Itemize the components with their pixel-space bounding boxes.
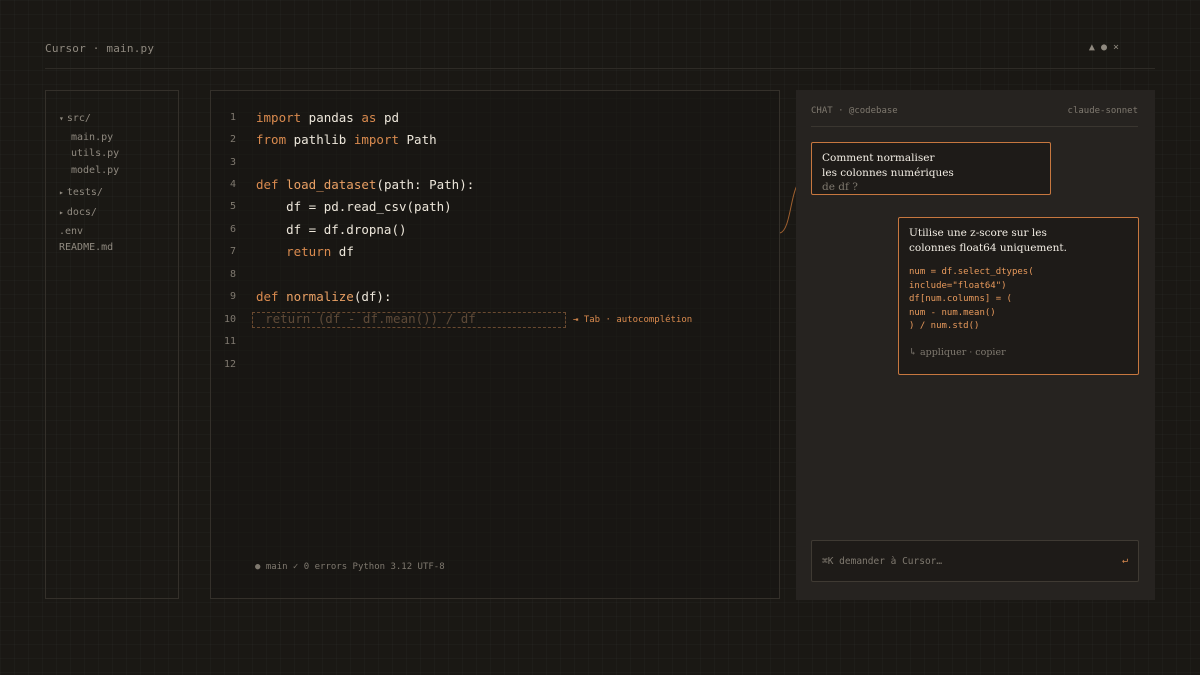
code-line: 11 <box>211 332 779 352</box>
code-line: 7 return df <box>211 242 779 262</box>
line-number: 7 <box>229 246 236 257</box>
message-text: les colonnes numériques <box>822 166 954 179</box>
message-text: de df ? <box>822 181 858 193</box>
folder-label: src/ <box>66 113 91 124</box>
line-number: 12 <box>223 359 236 370</box>
function-name: normalize <box>278 289 354 304</box>
line-number: 2 <box>229 134 236 145</box>
autocomplete-hint: ⇥ Tab · autocomplétion <box>573 315 693 325</box>
code-editor[interactable]: 1 import pandas as pd 2 from pathlib imp… <box>210 90 780 599</box>
code-text: (path: Path): <box>376 177 475 192</box>
line-number: 3 <box>229 157 236 168</box>
keyword: return <box>256 244 332 259</box>
code-line: 6 df = df.dropna() <box>211 220 779 240</box>
file-utils-py[interactable]: utils.py <box>71 148 119 159</box>
dot-icon[interactable]: ● <box>1101 42 1107 53</box>
code-text: (df): <box>353 289 392 304</box>
ghost-text: return (df - df.mean()) / df <box>235 311 476 326</box>
code-line: 4 def load_dataset(path: Path): <box>211 175 779 195</box>
file-explorer: ▾ src/ main.py utils.py model.py ▸ tests/ … <box>45 90 179 599</box>
line-number: 11 <box>223 336 236 347</box>
line-number: 9 <box>229 291 236 302</box>
code-text: df <box>331 244 354 259</box>
window-title: Cursor · main.py <box>45 42 155 55</box>
folder-src[interactable]: ▾ src/ <box>59 113 91 124</box>
folder-tests[interactable]: ▸ tests/ <box>59 187 103 198</box>
keyword: import <box>353 132 399 147</box>
file-env[interactable]: .env <box>59 226 83 237</box>
message-text: Utilise une z-score sur les <box>909 227 1047 239</box>
file-model-py[interactable]: model.py <box>71 165 119 176</box>
keyword: from <box>256 132 287 147</box>
line-number: 5 <box>229 201 236 212</box>
chat-context-label[interactable]: CHAT · @codebase <box>811 106 898 116</box>
file-main-py[interactable]: main.py <box>71 132 113 143</box>
window-controls: ▲ ● × <box>1089 42 1119 53</box>
message-text: colonnes float64 uniquement. <box>909 242 1067 254</box>
assistant-message: Utilise une z-score sur les colonnes flo… <box>898 217 1139 375</box>
send-icon[interactable]: ↵ <box>1122 555 1128 566</box>
line-number: 1 <box>229 112 236 123</box>
code-text: pathlib <box>286 132 354 147</box>
code-line: 9 def normalize(df): <box>211 287 779 307</box>
code-text: df = pd.read_csv(path) <box>256 199 452 214</box>
triangle-icon[interactable]: ▲ <box>1089 42 1095 53</box>
folder-docs[interactable]: ▸ docs/ <box>59 207 97 218</box>
model-selector[interactable]: claude-sonnet <box>1068 106 1138 116</box>
code-line: 8 <box>211 265 779 285</box>
code-text: Path <box>399 132 437 147</box>
chat-input[interactable] <box>822 553 1112 569</box>
close-icon[interactable]: × <box>1113 42 1119 53</box>
line-number: 4 <box>229 179 236 190</box>
line-number: 10 <box>223 314 236 325</box>
code-line: 1 import pandas as pd <box>211 108 779 128</box>
function-name: load_dataset <box>278 177 377 192</box>
chat-panel: CHAT · @codebase claude-sonnet Comment n… <box>796 90 1155 600</box>
folder-label: docs/ <box>66 207 97 218</box>
code-line: 2 from pathlib import Path <box>211 130 779 150</box>
code-text: pandas <box>301 110 362 125</box>
apply-copy-actions[interactable]: ↳ appliquer · copier <box>909 347 1006 358</box>
autocomplete-suggestion[interactable]: return (df - df.mean()) / df <box>252 311 566 328</box>
code-text: pd <box>376 110 400 125</box>
message-text: Comment normaliser <box>822 152 935 164</box>
keyword: def <box>256 289 279 304</box>
folder-label: tests/ <box>66 187 103 198</box>
chevron-right-icon: ▸ <box>59 208 64 217</box>
status-bar: ● main ✓ 0 errors Python 3.12 UTF-8 <box>255 562 445 572</box>
code-line: 5 df = pd.read_csv(path) <box>211 197 779 217</box>
file-readme[interactable]: README.md <box>59 242 113 253</box>
chat-input-box[interactable]: ↵ <box>811 540 1139 582</box>
code-text: df = df.dropna() <box>256 222 407 237</box>
keyword: as <box>361 110 377 125</box>
line-number: 6 <box>229 224 236 235</box>
code-line: 3 <box>211 153 779 173</box>
line-number: 8 <box>229 269 236 280</box>
chevron-right-icon: ▸ <box>59 188 64 197</box>
chevron-down-icon: ▾ <box>59 114 64 123</box>
chat-header: CHAT · @codebase claude-sonnet <box>811 106 1138 127</box>
title-bar: Cursor · main.py ▲ ● × <box>45 42 1155 69</box>
keyword: import <box>256 110 302 125</box>
code-line: 12 <box>211 355 779 375</box>
keyword: def <box>256 177 279 192</box>
user-message: Comment normaliser les colonnes numériqu… <box>811 142 1051 195</box>
code-suggestion: num = df.select_dtypes( include="float64… <box>909 267 1034 331</box>
